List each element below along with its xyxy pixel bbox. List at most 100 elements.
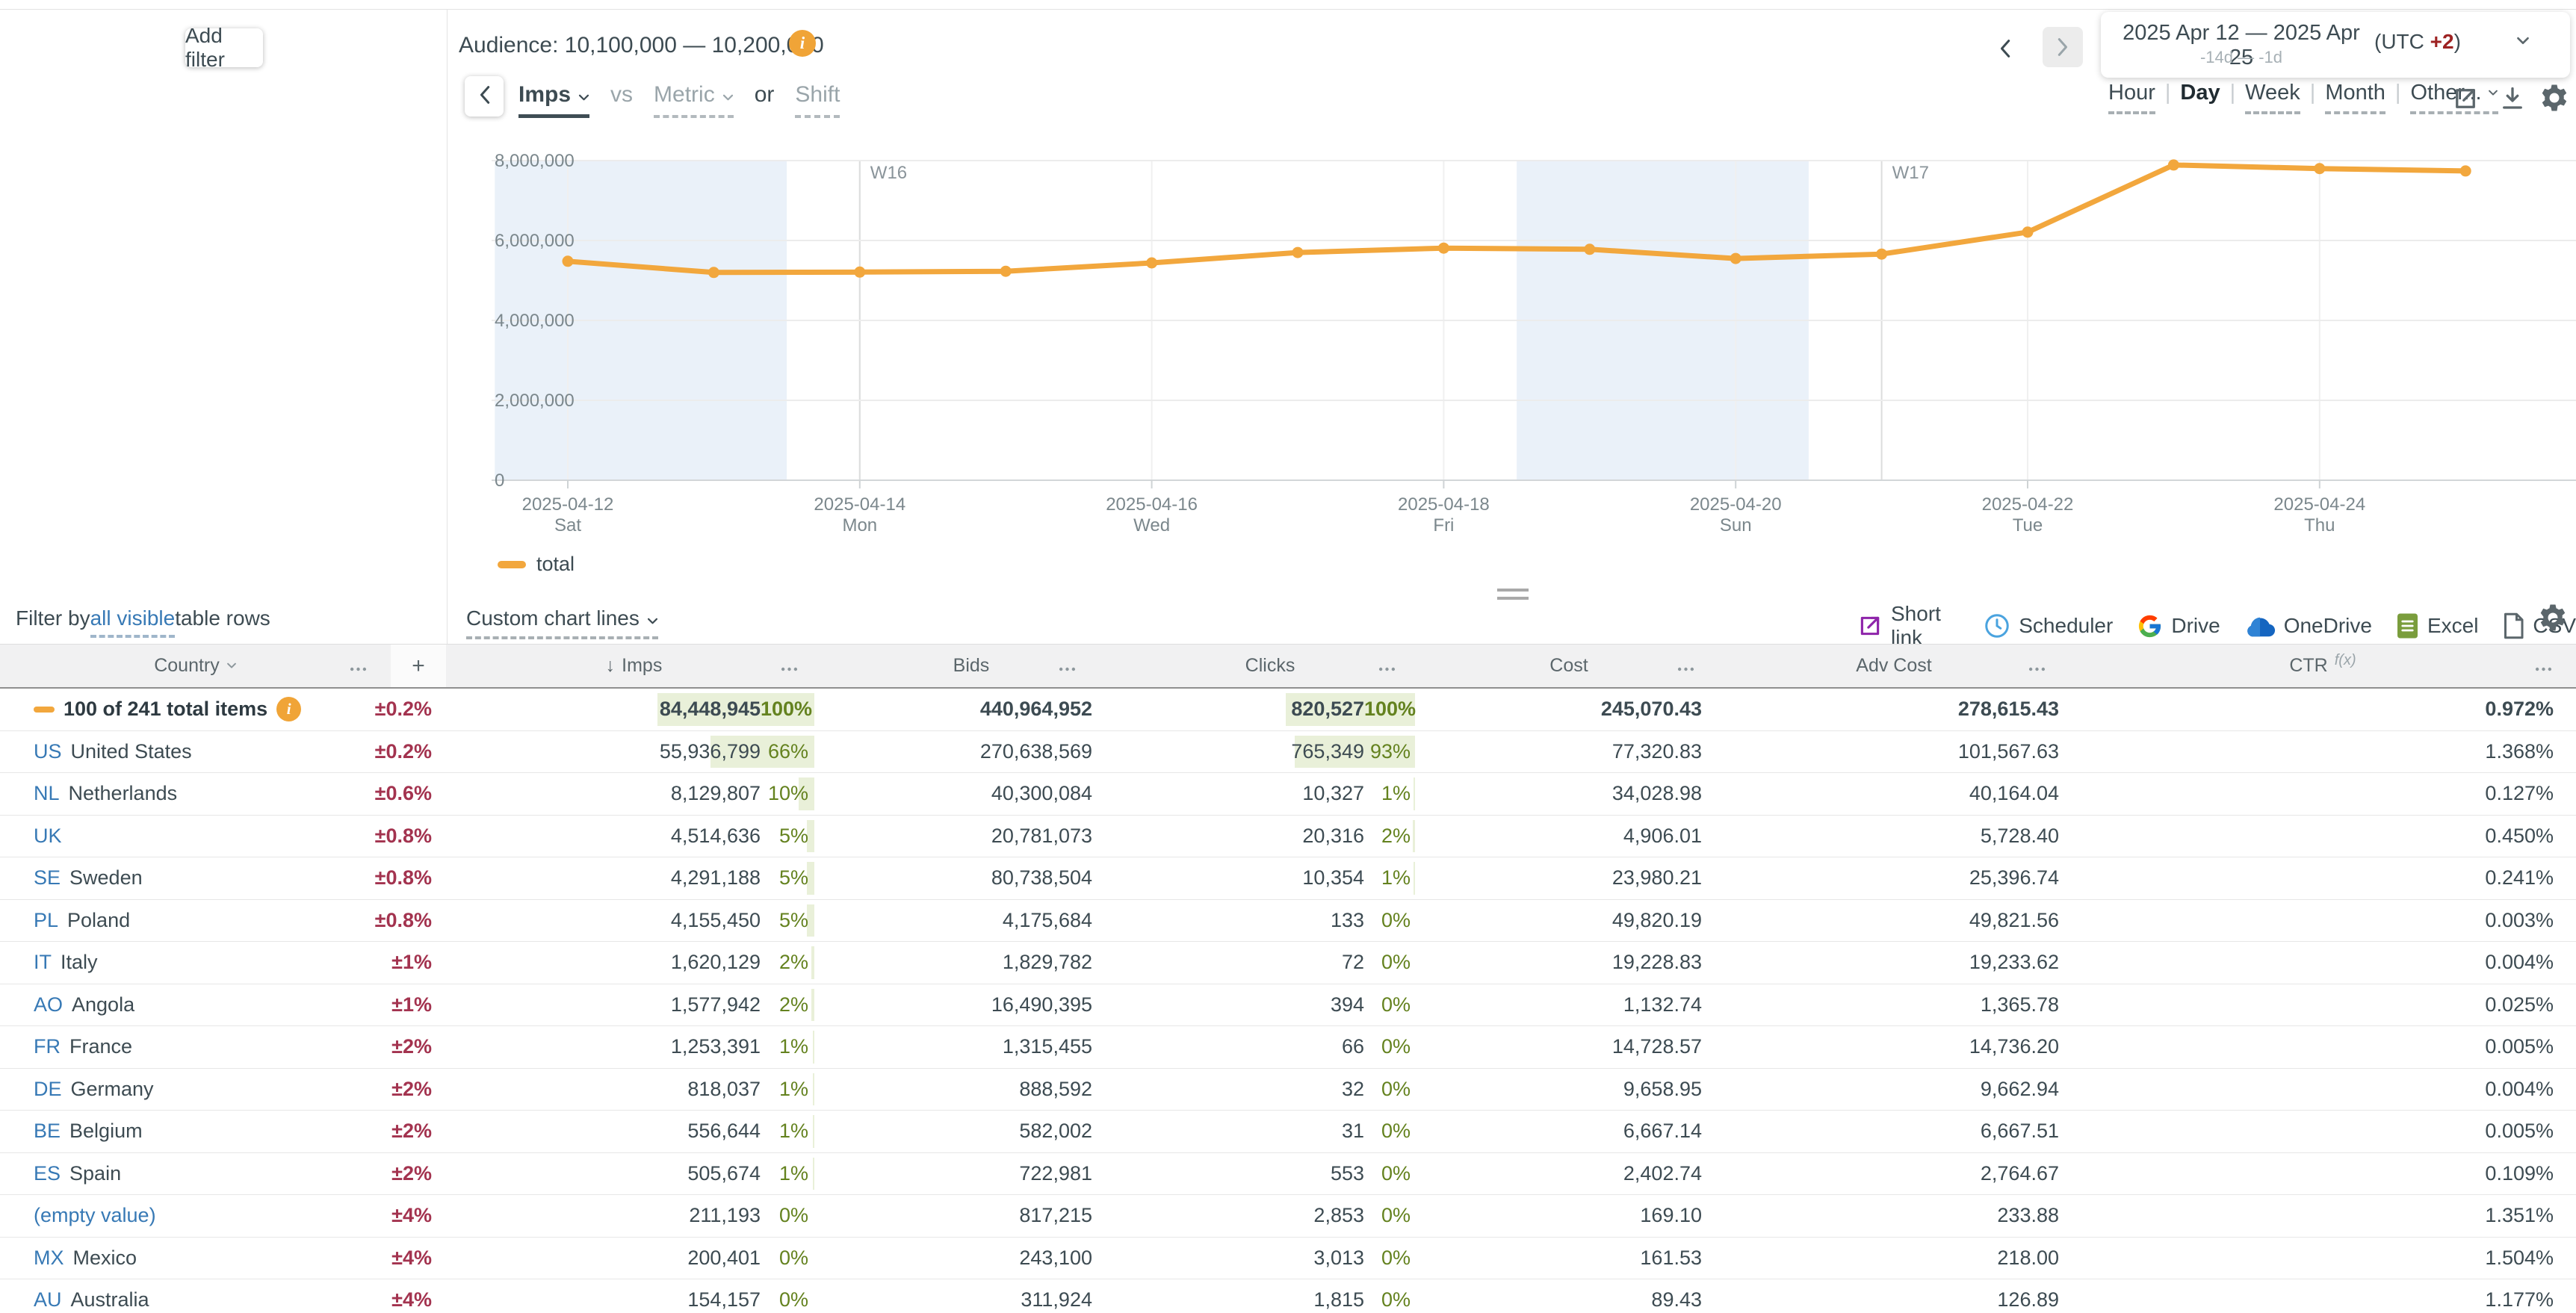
ctr-cell: 1.177%: [2485, 1288, 2554, 1312]
metric-select[interactable]: Imps: [518, 82, 590, 118]
column-header-bids[interactable]: Bids: [822, 645, 1121, 687]
column-header-cost[interactable]: Cost: [1419, 645, 1718, 687]
granularity-month[interactable]: Month: [2325, 81, 2385, 114]
svg-text:0: 0: [495, 471, 504, 491]
column-menu-icon[interactable]: [2028, 655, 2046, 677]
granularity-week[interactable]: Week: [2245, 81, 2300, 114]
clicks-cell: 66 0%: [1341, 1035, 1411, 1058]
table-row: (empty value) ±4% 211,193 0% 817,215 2,853 0% 1…: [0, 1195, 2576, 1238]
country-cell[interactable]: 100 of 241 total items i: [0, 689, 340, 730]
collapse-chart-panel-button[interactable]: [465, 76, 504, 117]
column-header-imps[interactable]: ↓ Imps: [446, 645, 822, 687]
svg-text:Sat: Sat: [554, 515, 581, 536]
column-menu-icon[interactable]: [1378, 655, 1396, 677]
next-period-button[interactable]: [2043, 27, 2083, 67]
legend-swatch: [498, 560, 526, 568]
country-cell[interactable]: AU Australia: [0, 1279, 340, 1313]
imps-cell: 200,401 0%: [687, 1246, 808, 1269]
granularity-hour[interactable]: Hour: [2108, 81, 2155, 114]
export-excel[interactable]: Excel: [2396, 612, 2478, 639]
column-menu-icon[interactable]: [1059, 655, 1076, 677]
country-cell[interactable]: US United States: [0, 731, 340, 773]
prev-period-button[interactable]: [1999, 36, 2025, 61]
uncertainty-cell: ±0.8%: [374, 824, 432, 847]
column-header-country[interactable]: Country: [0, 645, 391, 687]
shift-select[interactable]: Shift: [795, 82, 840, 118]
column-header-adv-cost[interactable]: Adv Cost: [1718, 645, 2069, 687]
granularity-day[interactable]: Day: [2180, 81, 2220, 114]
column-menu-icon[interactable]: [781, 655, 798, 677]
separator: |: [2309, 81, 2316, 105]
uncertainty-cell: ±4%: [391, 1288, 432, 1312]
column-menu-icon[interactable]: [2535, 655, 2552, 677]
legend-item-total[interactable]: total: [498, 553, 575, 576]
all-visible-link[interactable]: all visible: [90, 606, 176, 638]
table-row: IT Italy ±1% 1,620,129 2% 1,829,782 72 0% 19,228…: [0, 942, 2576, 984]
bids-cell: 888,592: [1019, 1077, 1092, 1100]
bids-cell: 270,638,569: [979, 739, 1092, 763]
country-cell[interactable]: DE Germany: [0, 1069, 340, 1111]
cost-cell: 161.53: [1640, 1246, 1702, 1269]
uncertainty-cell: ±0.2%: [374, 739, 432, 763]
country-cell[interactable]: MX Mexico: [0, 1238, 340, 1279]
column-menu-icon[interactable]: [350, 655, 367, 677]
download-icon[interactable]: [2499, 85, 2526, 112]
table-row: AU Australia ±4% 154,157 0% 311,924 1,815 0% 89.…: [0, 1279, 2576, 1313]
bids-cell: 16,490,395: [991, 993, 1092, 1016]
ctr-cell: 0.972%: [2485, 698, 2554, 721]
clicks-cell: 10,354 1%: [1121, 857, 1419, 899]
svg-text:Mon: Mon: [842, 515, 877, 536]
add-column-button[interactable]: +: [391, 645, 446, 687]
country-cell[interactable]: SE Sweden: [0, 857, 340, 899]
column-header-clicks[interactable]: Clicks: [1121, 645, 1419, 687]
custom-chart-lines-dropdown[interactable]: Custom chart lines: [466, 606, 658, 639]
compare-metric-select[interactable]: Metric: [654, 82, 734, 118]
svg-text:2025-04-20: 2025-04-20: [1690, 494, 1782, 515]
country-cell[interactable]: (empty value): [0, 1195, 340, 1237]
country-cell[interactable]: PL Poland: [0, 900, 340, 942]
info-icon[interactable]: i: [276, 697, 302, 722]
svg-text:Thu: Thu: [2304, 515, 2335, 536]
adv-cost-cell: 40,164.04: [1969, 782, 2059, 805]
clicks-cell: 20,316 2%: [1121, 816, 1419, 857]
country-cell[interactable]: ES Spain: [0, 1153, 340, 1195]
ctr-cell: 0.025%: [2485, 993, 2554, 1016]
ctr-cell: 0.005%: [2485, 1120, 2554, 1143]
country-cell[interactable]: AO Angola: [0, 984, 340, 1026]
clicks-cell: 394 0%: [1330, 993, 1411, 1016]
clicks-cell: 32 0%: [1341, 1077, 1411, 1100]
gear-icon[interactable]: [2537, 602, 2569, 633]
imps-cell: 1,577,942 2%: [446, 984, 822, 1026]
country-cell[interactable]: NL Netherlands: [0, 773, 340, 815]
adv-cost-cell: 25,396.74: [1969, 866, 2059, 890]
table-body: 100 of 241 total items i ±0.2% 84,448,945 10…: [0, 689, 2576, 1313]
chevron-down-icon[interactable]: [2516, 36, 2530, 49]
ctr-cell: 0.005%: [2485, 1035, 2554, 1058]
ctr-cell: 0.004%: [2485, 1077, 2554, 1100]
ctr-cell: 0.127%: [2485, 782, 2554, 805]
adv-cost-cell: 6,667.51: [1980, 1120, 2059, 1143]
adv-cost-cell: 101,567.63: [1957, 739, 2059, 763]
chart-table-resize-handle[interactable]: [1497, 589, 1529, 600]
export-short-link[interactable]: Short link: [1857, 602, 1960, 650]
bids-cell: 40,300,084: [991, 782, 1092, 805]
panel-divider: [447, 10, 448, 644]
column-menu-icon[interactable]: [1677, 655, 1694, 677]
export-onedrive[interactable]: OneDrive: [2244, 614, 2372, 638]
ctr-cell: 0.003%: [2485, 908, 2554, 931]
gear-icon[interactable]: [2539, 82, 2570, 114]
add-filter-button[interactable]: Add filter: [185, 24, 263, 71]
table-row: BE Belgium ±2% 556,644 1% 582,002 31 0% 6,667.14…: [0, 1111, 2576, 1153]
country-cell[interactable]: IT Italy: [0, 942, 340, 984]
imps-cell: 154,157 0%: [687, 1288, 808, 1312]
svg-text:6,000,000: 6,000,000: [495, 231, 575, 251]
bids-cell: 440,964,952: [979, 698, 1092, 721]
open-in-new-icon[interactable]: [2452, 85, 2479, 112]
info-icon[interactable]: i: [789, 30, 816, 57]
country-cell[interactable]: FR France: [0, 1026, 340, 1068]
export-drive[interactable]: Drive: [2137, 613, 2220, 639]
export-scheduler[interactable]: Scheduler: [1984, 612, 2113, 639]
country-cell[interactable]: UK: [0, 816, 340, 857]
column-header-ctr[interactable]: CTR f(x): [2069, 645, 2576, 687]
country-cell[interactable]: BE Belgium: [0, 1111, 340, 1152]
